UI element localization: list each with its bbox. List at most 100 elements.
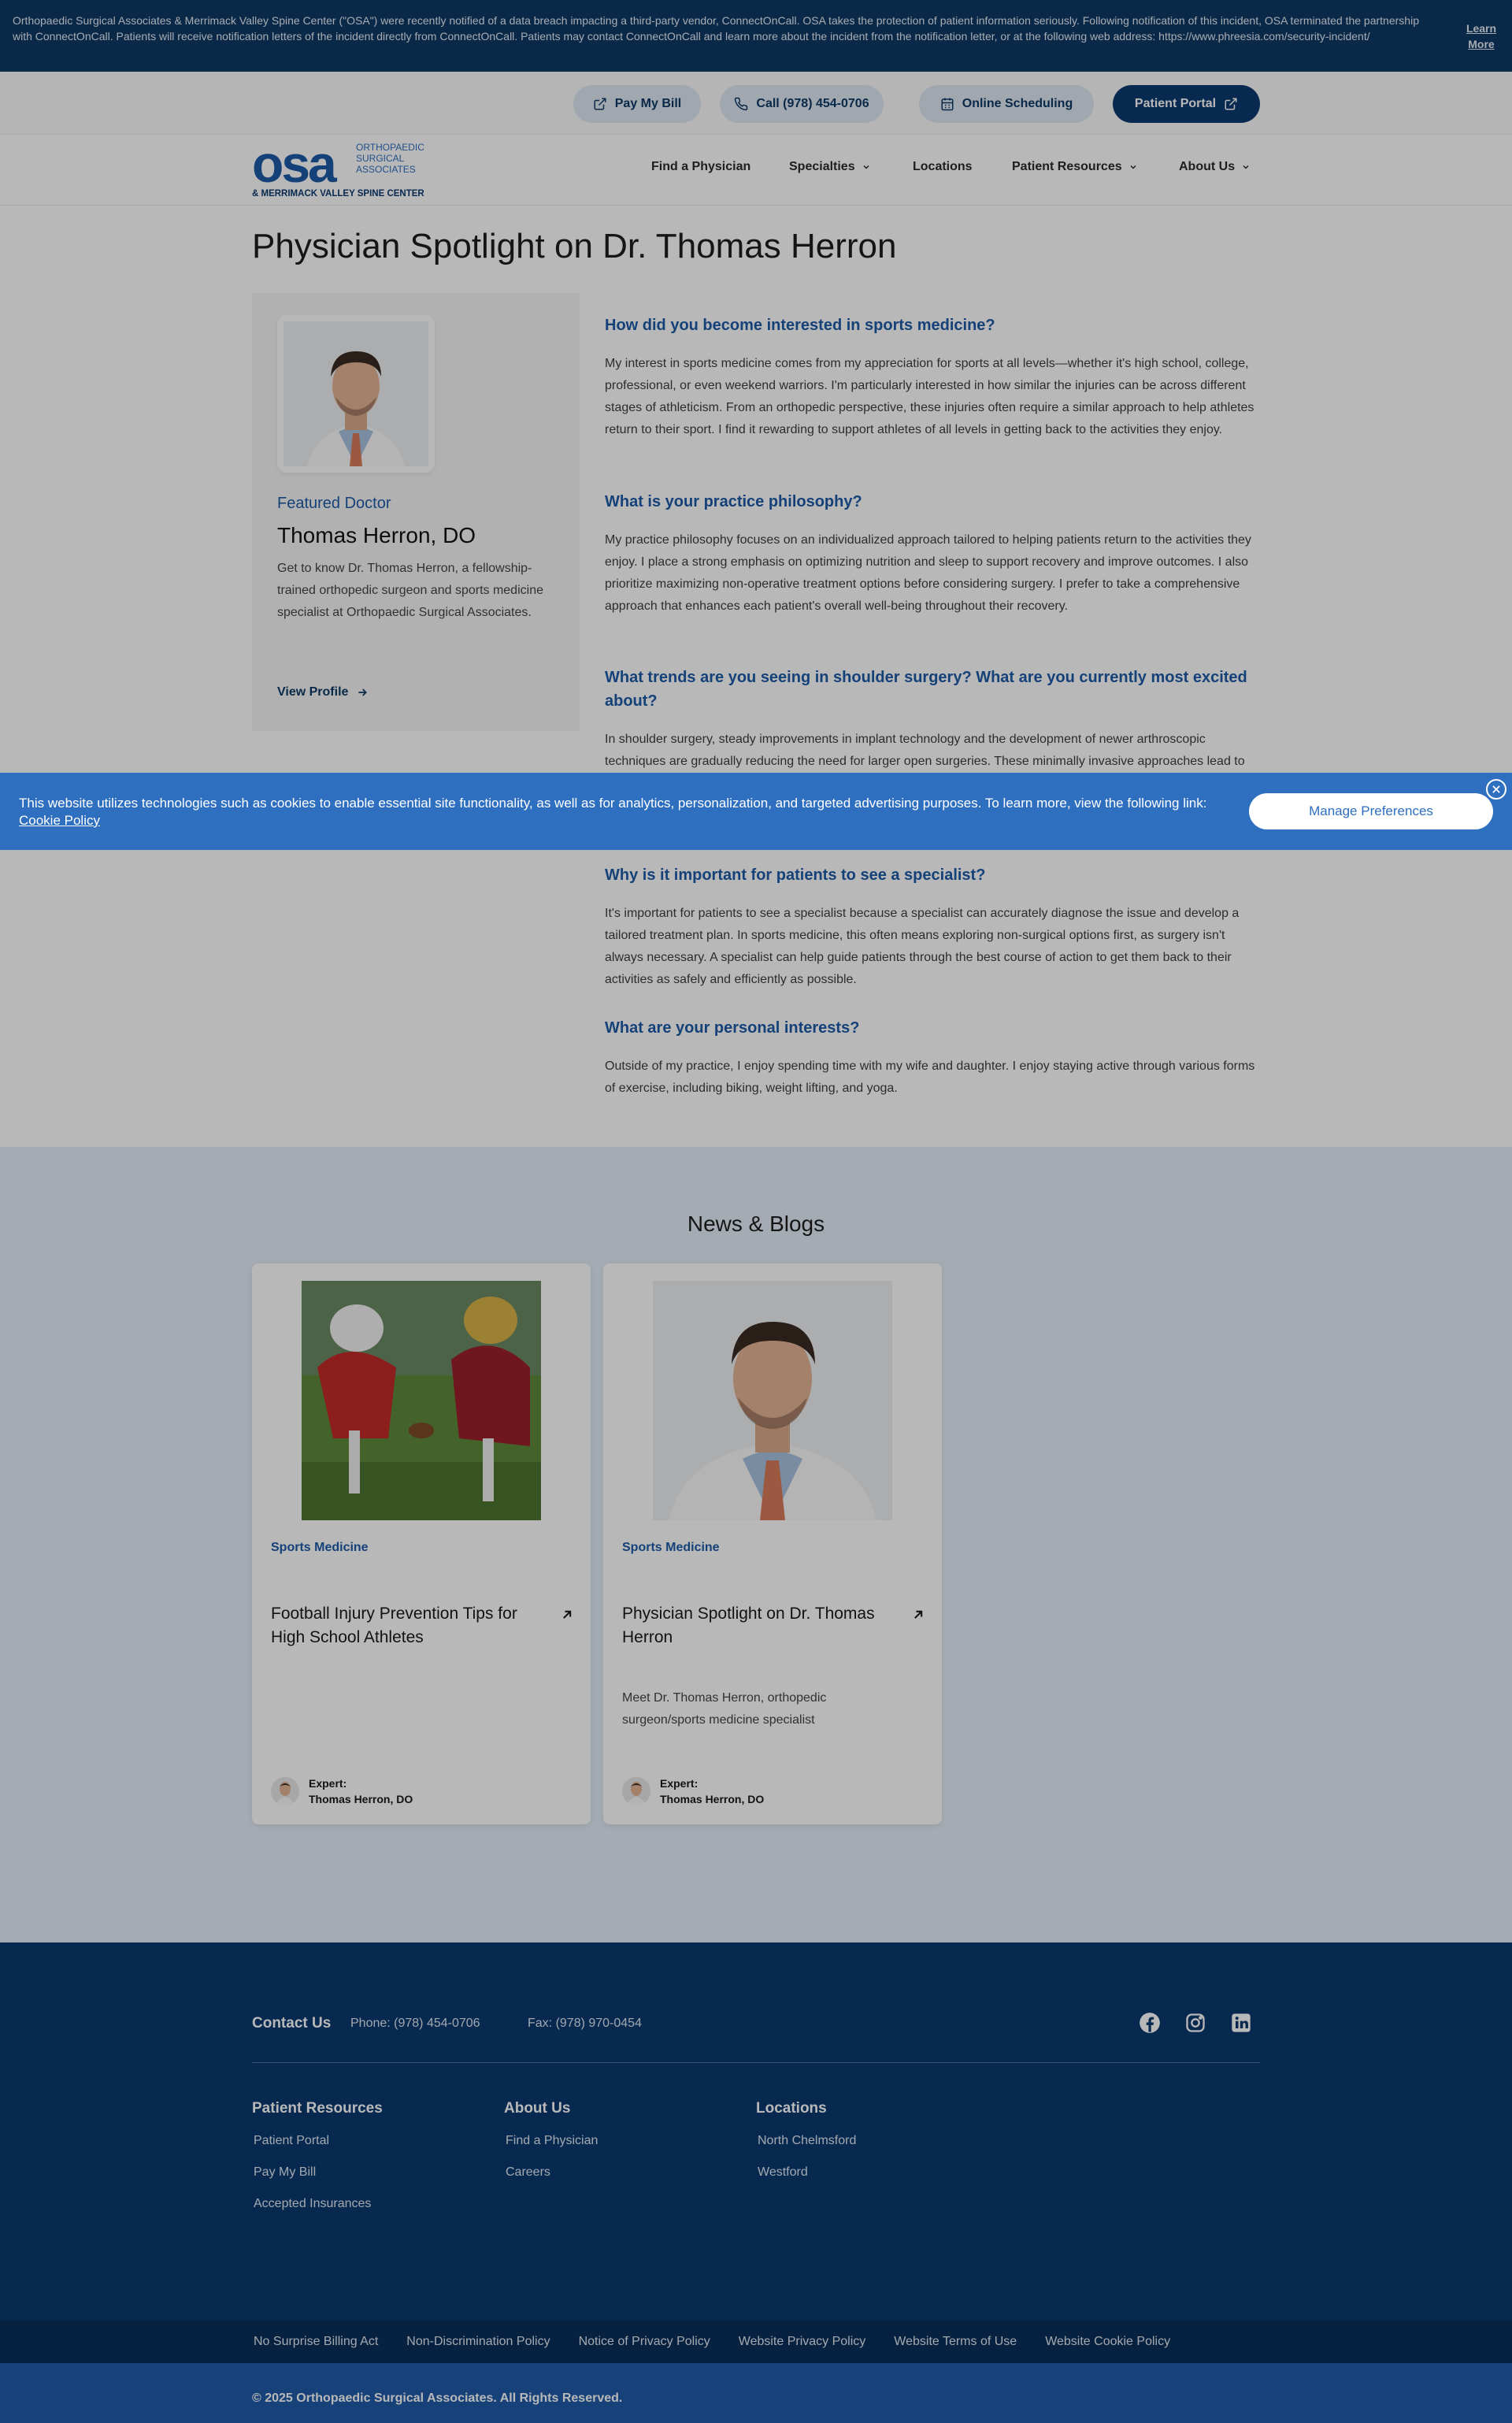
breach-notice-text: Orthopaedic Surgical Associates & Merrim… <box>13 14 1419 43</box>
legal-link-cookie-policy[interactable]: Website Cookie Policy <box>1045 2335 1170 2349</box>
chevron-down-icon <box>1243 165 1249 169</box>
legal-link-no-surprise-billing[interactable]: No Surprise Billing Act <box>254 2335 378 2349</box>
featured-doctor-card: Featured Doctor Thomas Herron, DO Get to… <box>252 293 580 731</box>
footer-link-find-physician[interactable]: Find a Physician <box>504 2133 598 2149</box>
footer-column-title: About Us <box>504 2100 571 2117</box>
footer-link-westford[interactable]: Westford <box>756 2165 856 2180</box>
footer-link-pay-bill[interactable]: Pay My Bill <box>252 2165 383 2180</box>
cookie-text: This website utilizes technologies such … <box>19 796 1207 828</box>
qa-block: What are your personal interests? Outsid… <box>605 1016 1260 1100</box>
qa-block: How did you become interested in sports … <box>605 314 1260 441</box>
arrow-right-icon <box>358 688 368 696</box>
footer-column-locations: Locations North Chelmsford Westford <box>756 2100 856 2196</box>
news-expert: Expert: Thomas Herron, DO <box>622 1776 764 1807</box>
legal-link-non-discrimination[interactable]: Non-Discrimination Policy <box>406 2335 550 2349</box>
news-category: Sports Medicine <box>622 1541 720 1554</box>
nav-about-us[interactable]: About Us <box>1179 160 1251 174</box>
nav-specialties[interactable]: Specialties <box>789 160 871 174</box>
qa-block: What is your practice philosophy? My pra… <box>605 490 1260 618</box>
qa-answer: It's important for patients to see a spe… <box>605 907 1240 986</box>
svg-text:& MERRIMACK VALLEY SPINE CENTE: & MERRIMACK VALLEY SPINE CENTER <box>252 189 424 199</box>
doctor-photo <box>277 315 435 473</box>
news-card[interactable]: Sports Medicine Football Injury Preventi… <box>252 1263 591 1824</box>
facebook-icon[interactable] <box>1139 2012 1161 2034</box>
footer-divider <box>252 2062 1260 2063</box>
expert-name: Thomas Herron, DO <box>660 1793 765 1805</box>
qa-question: Why is it important for patients to see … <box>605 866 986 884</box>
expert-name: Thomas Herron, DO <box>309 1793 413 1805</box>
qa-answer: My practice philosophy focuses on an ind… <box>605 533 1251 613</box>
nav-locations[interactable]: Locations <box>913 160 973 174</box>
doctor-portrait-image <box>653 1281 892 1520</box>
news-expert: Expert: Thomas Herron, DO <box>271 1776 413 1807</box>
chevron-down-icon <box>1130 165 1136 169</box>
osa-logo[interactable]: osa ORTHOPAEDIC SURGICAL ASSOCIATES & ME… <box>252 139 441 199</box>
legal-link-terms-of-use[interactable]: Website Terms of Use <box>894 2335 1017 2349</box>
avatar <box>271 1777 299 1805</box>
view-profile-link[interactable]: View Profile <box>277 685 369 699</box>
news-category: Sports Medicine <box>271 1541 369 1554</box>
news-heading: News & Blogs <box>687 1212 825 1236</box>
external-link-icon <box>594 98 606 110</box>
doctor-portrait-image <box>284 321 428 466</box>
footer-fax: Fax: (978) 970-0454 <box>528 2017 642 2030</box>
chevron-down-icon <box>863 165 869 169</box>
close-icon[interactable] <box>1486 779 1506 800</box>
qa-question: How did you become interested in sports … <box>605 317 995 334</box>
svg-text:SURGICAL: SURGICAL <box>356 153 405 164</box>
phone-icon <box>735 97 748 111</box>
arrow-up-right-icon <box>563 1610 572 1619</box>
nav-find-physician[interactable]: Find a Physician <box>651 160 750 174</box>
news-title: Physician Spotlight on Dr. Thomas Herron <box>622 1605 875 1646</box>
pay-bill-button[interactable]: Pay My Bill <box>573 85 701 123</box>
doctor-name: Thomas Herron, DO <box>277 523 476 547</box>
cookie-banner: This website utilizes technologies such … <box>0 773 1512 850</box>
footer-column-title: Patient Resources <box>252 2100 383 2117</box>
svg-text:ASSOCIATES: ASSOCIATES <box>356 164 416 175</box>
footer-link-north-chelmsford[interactable]: North Chelmsford <box>756 2133 856 2149</box>
qa-block: Why is it important for patients to see … <box>605 863 1260 991</box>
footer-link-accepted-insurances[interactable]: Accepted Insurances <box>252 2196 383 2212</box>
avatar <box>622 1777 650 1805</box>
breach-notice-bar: Orthopaedic Surgical Associates & Merrim… <box>0 0 1512 72</box>
page-title: Physician Spotlight on Dr. Thomas Herron <box>252 227 897 265</box>
footer-column-title: Locations <box>756 2100 827 2117</box>
nav-patient-resources[interactable]: Patient Resources <box>1012 160 1138 174</box>
qa-question: What is your practice philosophy? <box>605 493 862 510</box>
legal-link-notice-of-privacy[interactable]: Notice of Privacy Policy <box>579 2335 710 2349</box>
site-footer: Contact Us Phone: (978) 454-0706 Fax: (9… <box>0 1942 1512 2321</box>
featured-doctor-label: Featured Doctor <box>277 495 391 512</box>
news-description: Meet Dr. Thomas Herron, orthopedic surge… <box>622 1691 827 1727</box>
external-link-icon <box>1225 98 1237 110</box>
instagram-icon[interactable] <box>1184 2012 1206 2034</box>
online-scheduling-button[interactable]: Online Scheduling <box>919 85 1094 123</box>
football-image <box>302 1281 541 1520</box>
expert-label: Expert: <box>309 1777 347 1790</box>
expert-label: Expert: <box>660 1777 699 1790</box>
news-card[interactable]: Sports Medicine Physician Spotlight on D… <box>603 1263 942 1824</box>
news-title: Football Injury Prevention Tips for High… <box>271 1605 517 1646</box>
qa-answer: Outside of my practice, I enjoy spending… <box>605 1059 1255 1095</box>
footer-phone-link[interactable]: Phone: (978) 454-0706 <box>350 2017 480 2031</box>
qa-question: What trends are you seeing in shoulder s… <box>605 669 1247 710</box>
learn-more-link[interactable]: Learn More <box>1460 20 1503 52</box>
copyright: © 2025 Orthopaedic Surgical Associates. … <box>0 2363 1512 2423</box>
linkedin-icon[interactable] <box>1230 2012 1252 2034</box>
footer-contact-heading: Contact Us <box>252 2015 332 2032</box>
patient-portal-button[interactable]: Patient Portal <box>1113 85 1260 123</box>
main-header: osa ORTHOPAEDIC SURGICAL ASSOCIATES & ME… <box>0 135 1512 206</box>
svg-text:osa: osa <box>252 139 338 193</box>
qa-answer: My interest in sports medicine comes fro… <box>605 357 1254 436</box>
news-blogs-section: News & Blogs Sports Medicine Football In… <box>0 1147 1512 1942</box>
footer-link-patient-portal[interactable]: Patient Portal <box>252 2133 383 2149</box>
doctor-description: Get to know Dr. Thomas Herron, a fellows… <box>277 562 543 619</box>
svg-text:ORTHOPAEDIC: ORTHOPAEDIC <box>356 142 424 153</box>
footer-column-patient-resources: Patient Resources Patient Portal Pay My … <box>252 2100 383 2228</box>
arrow-up-right-icon <box>914 1610 923 1619</box>
cookie-policy-link[interactable]: Cookie Policy <box>19 813 100 828</box>
legal-link-website-privacy[interactable]: Website Privacy Policy <box>739 2335 866 2349</box>
footer-link-careers[interactable]: Careers <box>504 2165 598 2180</box>
footer-legal-links: No Surprise Billing Act Non-Discriminati… <box>0 2321 1512 2363</box>
manage-preferences-button[interactable]: Manage Preferences <box>1249 793 1493 829</box>
call-button[interactable]: Call (978) 454-0706 <box>720 85 884 123</box>
